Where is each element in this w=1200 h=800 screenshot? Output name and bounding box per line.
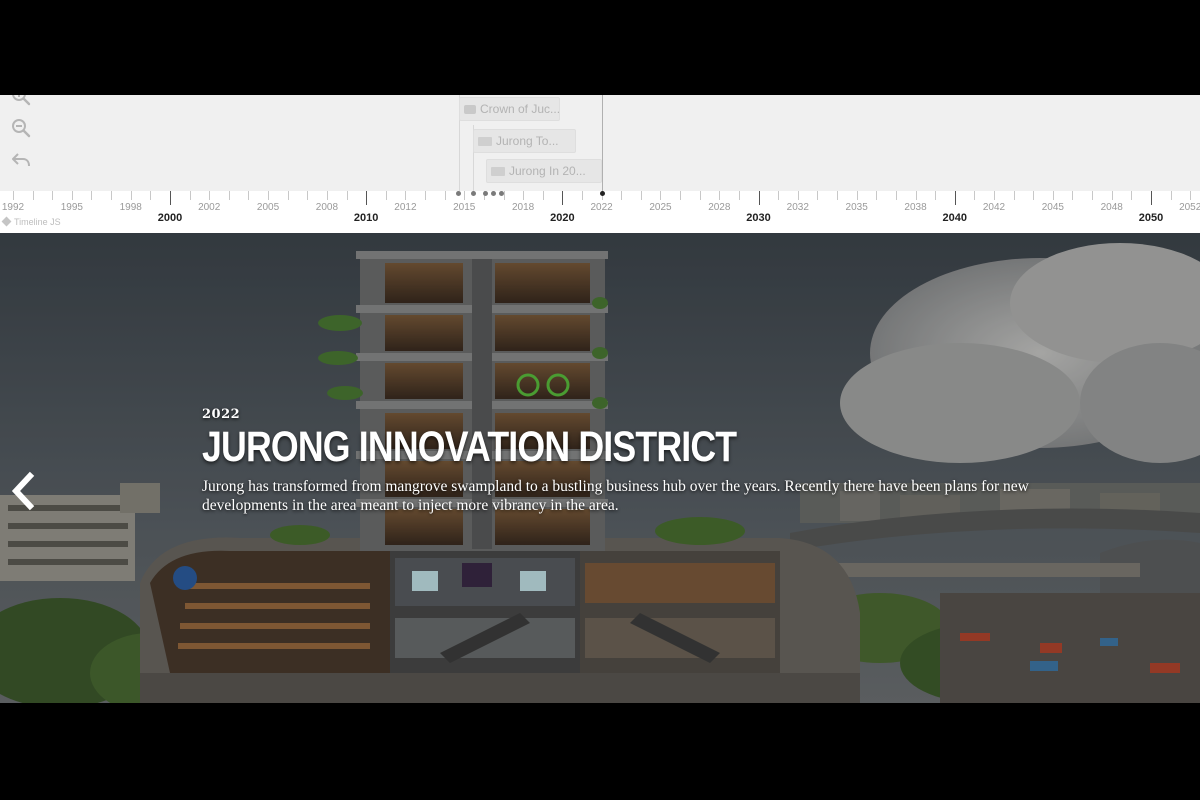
timeline-markers: Crown of Juc... Jurong To... Jurong In 2…: [0, 95, 1200, 191]
axis-minor-label: 1998: [119, 202, 142, 213]
axis-dots: [0, 191, 1200, 197]
brand-label: Timeline JS: [14, 217, 61, 227]
axis-minor-label: 2052: [1179, 202, 1200, 213]
timeline-frame: Crown of Juc... Jurong To... Jurong In 2…: [0, 95, 1200, 703]
chevron-left-icon: [11, 471, 35, 511]
marker-label: Crown of Juc...: [480, 102, 560, 116]
axis-minor-label: 2015: [453, 202, 476, 213]
axis-minor-label: 2012: [394, 202, 417, 213]
timeline-marker-jurong-2040[interactable]: Jurong In 20...: [486, 159, 602, 183]
event-dot[interactable]: [471, 191, 476, 196]
event-dot[interactable]: [483, 191, 488, 196]
timeline-nav: Crown of Juc... Jurong To... Jurong In 2…: [0, 95, 1200, 234]
time-axis: 1992 1995 1998 2002 2005 2008 2012 2015 2018 2022…: [0, 191, 1200, 233]
slide-headline: JURONG INNOVATION DISTRICT: [202, 423, 737, 471]
marker-label: Jurong To...: [496, 134, 559, 148]
axis-major-label: 2000: [157, 212, 183, 224]
event-dot-active[interactable]: [600, 191, 605, 196]
slide: 2022 JURONG INNOVATION DISTRICT Jurong h…: [0, 233, 1200, 703]
axis-minor-label: 2048: [1100, 202, 1123, 213]
marker-label: Jurong In 20...: [509, 164, 586, 178]
axis-minor-label: 2022: [590, 202, 613, 213]
slide-text: 2022 JURONG INNOVATION DISTRICT Jurong h…: [202, 407, 1032, 515]
axis-major-label: 2030: [746, 212, 771, 224]
image-thumbnail-icon: [478, 137, 492, 146]
axis-major-label: 2010: [353, 212, 379, 224]
axis-minor-label: 1992: [1, 202, 25, 213]
image-thumbnail-icon: [491, 167, 505, 176]
previous-slide-button[interactable]: [8, 471, 38, 511]
slide-description: Jurong has transformed from mangrove swa…: [202, 478, 1029, 514]
axis-minor-label: 2035: [845, 202, 868, 213]
timeline-marker-crown[interactable]: Crown of Juc...: [459, 97, 560, 121]
axis-minor-label: 2028: [708, 202, 731, 213]
event-dot[interactable]: [491, 191, 496, 196]
axis-minor-label: 2038: [904, 202, 927, 213]
timelinejs-brand[interactable]: Timeline JS: [1, 216, 61, 227]
axis-minor-label: 2025: [649, 202, 672, 213]
axis-minor-label: 2042: [982, 202, 1006, 213]
axis-minor-label: 2005: [256, 202, 280, 213]
axis-major-label: 2020: [550, 212, 575, 224]
slide-date: 2022: [202, 407, 241, 422]
timeline-marker-jurong-town[interactable]: Jurong To...: [473, 129, 576, 153]
axis-minor-label: 2018: [511, 202, 535, 213]
axis-minor-label: 1995: [60, 202, 83, 213]
axis-major-label: 2040: [942, 212, 967, 224]
axis-minor-label: 2045: [1041, 202, 1064, 213]
timelinejs-logo-icon: [1, 216, 12, 227]
video-icon: [464, 105, 476, 114]
event-dot[interactable]: [456, 191, 461, 196]
axis-minor-label: 2008: [315, 202, 339, 213]
marker-line-active: [602, 95, 603, 191]
event-dot[interactable]: [499, 191, 504, 196]
axis-major-label: 2050: [1138, 212, 1164, 224]
axis-minor-label: 2002: [198, 202, 221, 213]
axis-minor-label: 2032: [786, 202, 809, 213]
